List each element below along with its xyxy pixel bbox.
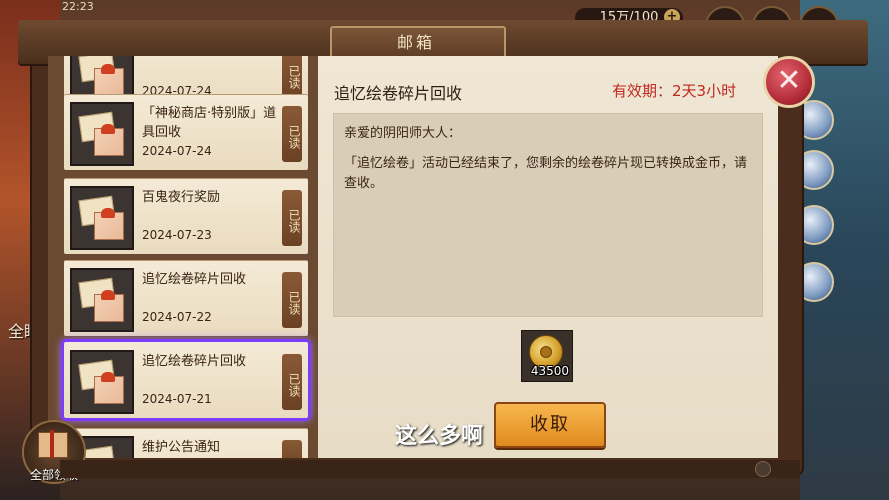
ribbon-icon xyxy=(101,124,115,134)
mail-list-item-selected[interactable]: 追忆绘卷碎片回收 2024-07-21 已读 xyxy=(64,342,308,418)
mail-thumbnail xyxy=(70,186,134,250)
reward-count: 43500 xyxy=(530,364,569,378)
bottom-bar xyxy=(60,460,800,478)
window-title: 邮箱 xyxy=(396,33,435,52)
read-tag: 已读 xyxy=(282,190,302,246)
mail-thumbnail xyxy=(70,268,134,332)
mail-date: 2024-07-24 xyxy=(142,144,212,158)
mail-list-item[interactable]: 「神秘商店·特别版」道具回收 2024-07-24 已读 xyxy=(64,94,308,170)
mail-date: 2024-07-22 xyxy=(142,310,212,324)
mail-list-item[interactable]: 追忆绘卷碎片回收 2024-07-22 已读 xyxy=(64,260,308,336)
ribbon-icon xyxy=(101,64,115,74)
mail-date: 2024-07-21 xyxy=(142,392,212,406)
read-tag: 已读 xyxy=(282,354,302,410)
mail-body-text: 「追忆绘卷」活动已经结束了，您剩余的绘卷碎片现已转换成金币，请查收。 xyxy=(344,156,748,191)
clock-text: 22:23 xyxy=(62,0,94,13)
ribbon-icon xyxy=(50,430,54,458)
mail-greeting: 亲爱的阴阳师大人： xyxy=(344,126,462,141)
mail-body-box xyxy=(333,113,763,317)
mail-title: 「神秘商店·特别版」道具回收 xyxy=(142,106,277,140)
mail-title: 百鬼夜行奖励 xyxy=(142,190,221,205)
ribbon-icon xyxy=(101,208,115,218)
coin-hole xyxy=(540,346,552,358)
claim-button[interactable]: 收取 xyxy=(494,402,606,448)
read-tag xyxy=(282,440,302,458)
expiry-text: 有效期：2天3小时 xyxy=(612,82,737,100)
read-tag: 已读 xyxy=(282,272,302,328)
mail-detail-title: 追忆绘卷碎片回收 xyxy=(334,84,463,103)
video-caption: 这么多啊 xyxy=(395,424,484,449)
scroll-knob[interactable] xyxy=(755,461,771,477)
mail-list[interactable]: 2024-07-24 已读 「神秘商店·特别版」道具回收 2024-07-24 … xyxy=(48,56,318,458)
mail-thumbnail xyxy=(70,350,134,414)
ribbon-icon xyxy=(101,372,115,382)
mail-date: 2024-07-23 xyxy=(142,228,212,242)
mail-thumbnail xyxy=(70,102,134,166)
mail-list-item[interactable]: 百鬼夜行奖励 2024-07-23 已读 xyxy=(64,178,308,254)
mail-title: 追忆绘卷碎片回收 xyxy=(142,354,247,369)
mail-title: 维护公告通知 xyxy=(142,440,221,455)
read-tag: 已读 xyxy=(282,106,302,162)
close-button[interactable]: ✕ xyxy=(763,56,815,108)
ribbon-icon xyxy=(101,290,115,300)
mail-list-item[interactable]: 维护公告通知 xyxy=(64,428,308,458)
mail-title: 追忆绘卷碎片回收 xyxy=(142,272,247,287)
